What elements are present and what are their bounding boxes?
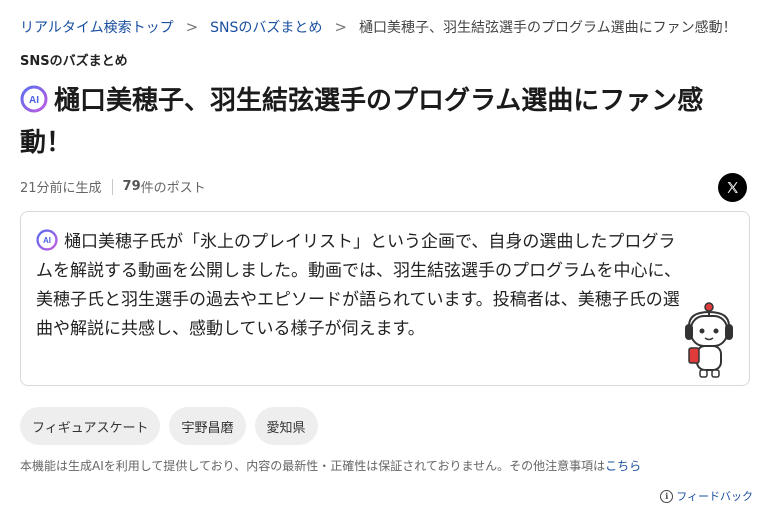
breadcrumb-separator: > xyxy=(334,17,347,36)
tag-list: フィギュアスケート 宇野昌磨 愛知県 xyxy=(20,407,318,445)
x-share-button[interactable] xyxy=(718,173,747,202)
feedback-label: フィードバック xyxy=(676,490,753,503)
breadcrumb: リアルタイム検索トップ > SNSのバズまとめ > 樋口美穂子、羽生結弦選手のプ… xyxy=(20,17,737,37)
ai-badge-icon: AI xyxy=(36,229,58,251)
feedback-button[interactable]: i フィードバック xyxy=(660,488,753,504)
category-label: SNSのバズまとめ xyxy=(20,54,128,69)
tag-figure-skating[interactable]: フィギュアスケート xyxy=(20,407,161,445)
ai-summary: AI 樋口美穂子氏が「氷上のプレイリスト」という企画で、自身の選曲したプログラム… xyxy=(36,228,686,344)
svg-text:AI: AI xyxy=(29,95,39,106)
page-title-text: 樋口美穂子、羽生結弦選手のプログラム選曲にファン感動！ xyxy=(20,86,704,158)
disclaimer-link[interactable]: こちら xyxy=(605,459,641,473)
tag-aichi[interactable]: 愛知県 xyxy=(254,407,318,445)
ai-summary-text: 樋口美穂子氏が「氷上のプレイリスト」という企画で、自身の選曲したプログラムを解説… xyxy=(36,232,681,339)
disclaimer-text: 本機能は生成AIを利用して提供しており、内容の最新性・正確性は保証されておりませ… xyxy=(20,459,606,473)
ai-summary-box: AI 樋口美穂子氏が「氷上のプレイリスト」という企画で、自身の選曲したプログラム… xyxy=(20,211,750,386)
ai-disclaimer: 本機能は生成AIを利用して提供しており、内容の最新性・正確性は保証されておりませ… xyxy=(20,457,641,474)
meta-divider xyxy=(111,178,113,195)
generated-time: 21分前に生成 xyxy=(20,181,102,196)
breadcrumb-link-sns-buzz[interactable]: SNSのバズまとめ xyxy=(210,17,322,37)
svg-text:AI: AI xyxy=(43,236,51,245)
article-meta: 21分前に生成 79 件のポスト xyxy=(20,177,206,196)
mascot-robot-icon xyxy=(685,302,733,378)
page-title: AI 樋口美穂子、羽生結弦選手のプログラム選曲にファン感動！ xyxy=(20,80,740,164)
x-logo-icon xyxy=(727,182,738,193)
post-count-suffix: 件のポスト xyxy=(140,181,206,196)
tag-uno-shoma[interactable]: 宇野昌磨 xyxy=(169,407,246,445)
ai-badge-icon: AI xyxy=(20,85,48,113)
breadcrumb-link-realtime-top[interactable]: リアルタイム検索トップ xyxy=(20,17,174,37)
post-count: 79 xyxy=(122,179,141,194)
breadcrumb-current: 樋口美穂子、羽生結弦選手のプログラム選曲にファン感動！ xyxy=(359,20,737,36)
breadcrumb-separator: > xyxy=(185,17,199,36)
info-icon: i xyxy=(660,489,674,503)
